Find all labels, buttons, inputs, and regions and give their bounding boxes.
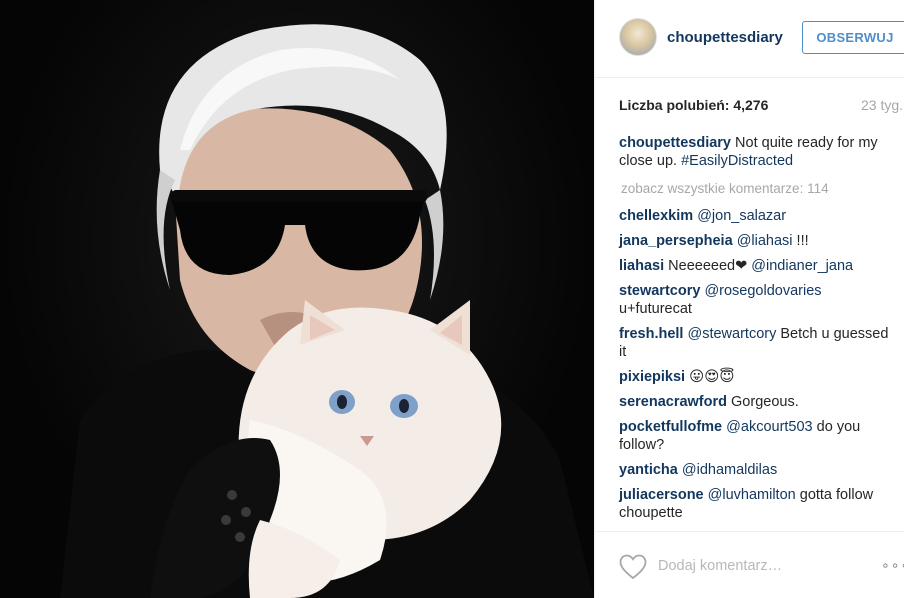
comment-username[interactable]: liahasi xyxy=(619,258,664,274)
post-photo[interactable] xyxy=(0,0,594,598)
list-item: pixiepiksi 😛😍😇 xyxy=(619,368,891,386)
comment-mention[interactable]: @luvhamilton xyxy=(708,487,796,503)
comment-username[interactable]: fresh.hell xyxy=(619,326,683,342)
likes-row: Liczba polubień: 4,276 23 tyg. xyxy=(619,97,904,117)
likes-count[interactable]: Liczba polubień: 4,276 xyxy=(619,97,768,113)
list-item: chellexkim @jon_salazar xyxy=(619,207,891,225)
comment-username[interactable]: pocketfullofme xyxy=(619,419,722,435)
list-item: serenacrawford Gorgeous. xyxy=(619,393,891,411)
comment-username[interactable]: pixiepiksi xyxy=(619,369,685,385)
comment-text: !!! xyxy=(796,233,809,249)
photo-illustration xyxy=(60,24,594,598)
list-item: liahasi Neeeeeed❤ @indianer_jana xyxy=(619,257,891,275)
comment-mention[interactable]: @stewartcory xyxy=(688,326,777,342)
comment-mention[interactable]: @akcourt503 xyxy=(726,419,812,435)
list-item: fresh.hell @stewartcory Betch u guessed … xyxy=(619,325,891,361)
comment-username[interactable]: serenacrawford xyxy=(619,394,727,410)
comment-text: Gorgeous. xyxy=(731,394,799,410)
comment-text: u+futurecat xyxy=(619,301,692,317)
post-header: choupettesdiary OBSERWUJ xyxy=(595,0,904,78)
list-item: stewartcory @rosegoldovaries u+futurecat xyxy=(619,282,891,318)
more-options-icon[interactable]: ∘∘∘ xyxy=(881,557,904,574)
post-username[interactable]: choupettesdiary xyxy=(667,29,783,46)
add-comment-input[interactable]: Dodaj komentarz… xyxy=(658,558,782,574)
comment-text: 😛😍😇 xyxy=(689,369,735,385)
list-item: pocketfullofme @akcourt503 do you follow… xyxy=(619,418,891,454)
list-item: juliacersone @luvhamilton gotta follow c… xyxy=(619,486,891,522)
comment-mention[interactable]: @rosegoldovaries xyxy=(704,283,821,299)
heart-icon[interactable] xyxy=(619,554,647,580)
comment-username[interactable]: stewartcory xyxy=(619,283,700,299)
caption-hashtag[interactable]: #EasilyDistracted xyxy=(681,153,793,169)
comment-text: Neeeeeed❤ xyxy=(668,258,748,274)
comment-username[interactable]: jana_persepheia xyxy=(619,233,733,249)
comment-mention[interactable]: @idhamaldilas xyxy=(682,462,777,478)
list-item: jana_persepheia @liahasi !!! xyxy=(619,232,891,250)
post-side-panel: choupettesdiary OBSERWUJ Liczba polubień… xyxy=(594,0,904,598)
caption-username[interactable]: choupettesdiary xyxy=(619,135,731,151)
comment-mention[interactable]: @jon_salazar xyxy=(697,208,786,224)
comment-username[interactable]: yanticha xyxy=(619,462,678,478)
follow-button[interactable]: OBSERWUJ xyxy=(802,21,904,54)
post-caption: choupettesdiary Not quite ready for my c… xyxy=(619,134,891,170)
comment-mention[interactable]: @indianer_jana xyxy=(751,258,853,274)
comment-username[interactable]: chellexkim xyxy=(619,208,693,224)
comment-username[interactable]: juliacersone xyxy=(619,487,704,503)
comments-list: choupettesdiary Not quite ready for my c… xyxy=(619,134,891,529)
view-all-comments-link[interactable]: zobacz wszystkie komentarze: 114 xyxy=(621,180,891,198)
post-footer: Dodaj komentarz… ∘∘∘ xyxy=(595,531,904,598)
comment-mention[interactable]: @liahasi xyxy=(737,233,793,249)
avatar[interactable] xyxy=(619,18,657,56)
post-time[interactable]: 23 tyg. xyxy=(861,97,903,113)
list-item: yanticha @idhamaldilas xyxy=(619,461,891,479)
